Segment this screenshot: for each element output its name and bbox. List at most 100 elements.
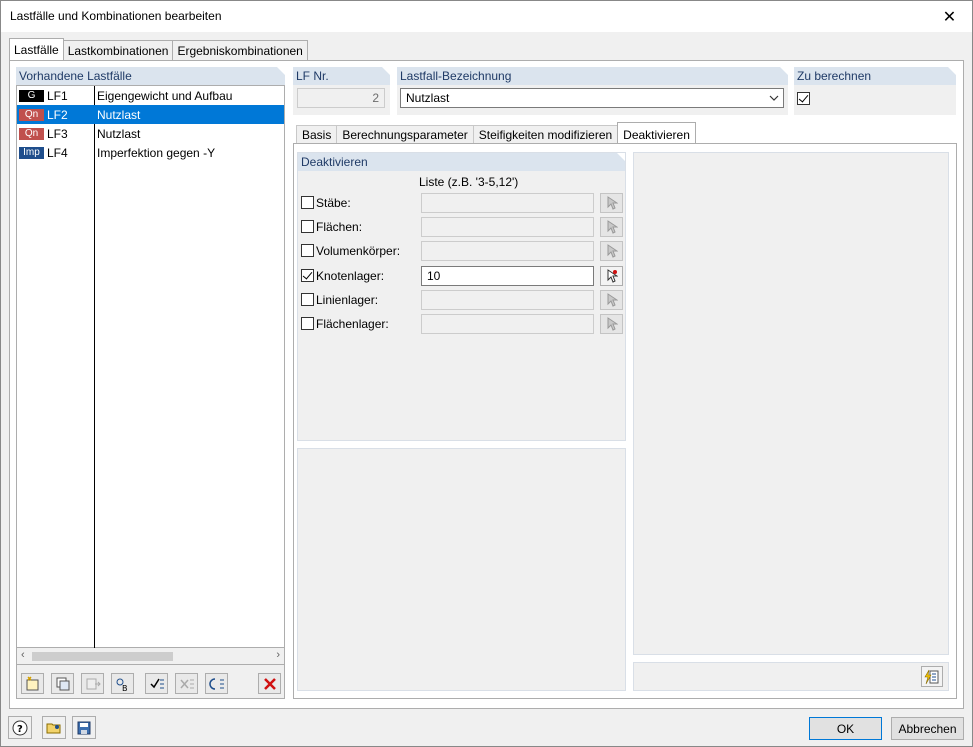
uncheck-list-icon[interactable] (175, 673, 198, 694)
ok-button[interactable]: OK (809, 717, 882, 740)
pick-icon[interactable] (600, 266, 623, 286)
line-supports-checkbox[interactable] (301, 293, 314, 306)
window-title: Lastfälle und Kombinationen bearbeiten (10, 9, 222, 23)
load-case-name: Nutzlast (97, 126, 141, 141)
nodal-supports-list-input[interactable]: 10 (421, 266, 594, 286)
close-icon[interactable]: ✕ (927, 1, 972, 32)
members-checkbox[interactable] (301, 196, 314, 209)
help-icon[interactable]: ? (8, 716, 32, 739)
deactivate-row-surfaces: Flächen: (301, 217, 623, 237)
tab-ergebniskombinationen[interactable]: Ergebniskombinationen (172, 40, 308, 60)
load-case-name: Eigengewicht und Aufbau (97, 88, 233, 103)
svg-text:?: ? (17, 724, 23, 735)
action-type-badge: G (19, 89, 44, 102)
renumber-icon[interactable] (81, 673, 104, 694)
surfaces-checkbox[interactable] (301, 220, 314, 233)
load-case-name: Imperfektion gegen -Y (97, 145, 216, 160)
deactivate-group: Deaktivieren Liste (z.B. '3-5,12') Stäbe… (297, 152, 626, 441)
list-column-header: Liste (z.B. '3-5,12') (419, 175, 519, 189)
save-icon[interactable] (72, 716, 96, 739)
surfaces-list-input[interactable] (421, 217, 594, 237)
to-calc-group: Zu berechnen (794, 67, 956, 115)
tab-deaktivieren[interactable]: Deaktivieren (617, 122, 696, 143)
deactivate-row-members: Stäbe: (301, 193, 623, 213)
surface-supports-list-input[interactable] (421, 314, 594, 334)
deactivate-header: Deaktivieren (298, 153, 625, 171)
tab-lastfaelle[interactable]: Lastfälle (9, 38, 64, 60)
scroll-right-icon[interactable]: › (276, 649, 280, 661)
to-calc-checkbox[interactable] (797, 92, 810, 105)
lf-nr-label: LF Nr. (293, 67, 390, 85)
main-tab-bar: Lastfälle Lastkombinationen Ergebniskomb… (9, 38, 308, 60)
deactivate-row-nodal-supports: Knotenlager: 10 (301, 266, 623, 286)
surface-supports-label: Flächenlager: (316, 317, 389, 331)
lf-nr-field: 2 (297, 88, 385, 108)
horizontal-scrollbar[interactable]: ‹ › (16, 648, 285, 665)
tab-lastkombinationen[interactable]: Lastkombinationen (62, 40, 174, 60)
list-item[interactable]: Qn LF3 Nutzlast (17, 124, 284, 143)
deactivate-row-solids: Volumenkörper: (301, 241, 623, 261)
list-item[interactable]: Imp LF4 Imperfektion gegen -Y (17, 143, 284, 162)
to-calc-label: Zu berechnen (794, 67, 956, 85)
column-divider (94, 86, 95, 649)
scrollbar-thumb[interactable] (32, 652, 173, 661)
action-type-badge: Qn (19, 127, 44, 140)
lf-name-combobox[interactable]: Nutzlast (400, 88, 784, 108)
line-supports-list-input[interactable] (421, 290, 594, 310)
lf-name-group: Lastfall-Bezeichnung Nutzlast (397, 67, 788, 115)
action-type-badge: Qn (19, 108, 44, 121)
sub-tab-bar: Basis Berechnungsparameter Steifigkeiten… (296, 122, 696, 143)
cancel-button[interactable]: Abbrechen (891, 717, 964, 740)
invert-selection-icon[interactable] (205, 673, 228, 694)
list-item-selected[interactable]: Qn LF2 Nutzlast (17, 105, 284, 124)
chevron-down-icon[interactable] (769, 95, 779, 102)
nodal-supports-label: Knotenlager: (316, 269, 385, 283)
preview-area (633, 152, 949, 655)
load-case-number: LF4 (47, 145, 68, 160)
action-type-badge: Imp (19, 146, 44, 159)
members-label: Stäbe: (316, 196, 351, 210)
pick-icon[interactable] (600, 217, 623, 237)
lf-name-value: Nutzlast (406, 91, 450, 105)
new-load-case-icon[interactable] (21, 673, 44, 694)
deactivate-row-surface-supports: Flächenlager: (301, 314, 623, 334)
solids-list-input[interactable] (421, 241, 594, 261)
solids-label: Volumenkörper: (316, 244, 401, 258)
check-list-icon[interactable] (145, 673, 168, 694)
pick-icon[interactable] (600, 241, 623, 261)
load-case-list: Vorhandene Lastfälle G LF1 Eigengewicht … (16, 67, 285, 699)
pick-icon[interactable] (600, 193, 623, 213)
load-case-toolbar: B (16, 665, 285, 699)
pick-icon[interactable] (600, 314, 623, 334)
tab-steifigkeiten[interactable]: Steifigkeiten modifizieren (472, 125, 619, 143)
load-case-number: LF2 (47, 107, 68, 122)
load-case-name: Nutzlast (97, 107, 141, 122)
solids-checkbox[interactable] (301, 244, 314, 257)
comment-area (297, 448, 626, 691)
nodal-supports-checkbox[interactable] (301, 269, 314, 282)
deactivate-row-line-supports: Linienlager: (301, 290, 623, 310)
copy-load-case-icon[interactable] (51, 673, 74, 694)
scroll-left-icon[interactable]: ‹ (21, 649, 25, 661)
members-list-input[interactable] (421, 193, 594, 213)
tab-basis[interactable]: Basis (296, 125, 338, 143)
tab-berechnungsparameter[interactable]: Berechnungsparameter (336, 125, 474, 143)
pick-icon[interactable] (600, 290, 623, 310)
load-case-list-body: G LF1 Eigengewicht und Aufbau Qn LF2 Nut… (16, 85, 285, 649)
lf-name-label: Lastfall-Bezeichnung (397, 67, 788, 85)
surfaces-label: Flächen: (316, 220, 363, 234)
svg-text:B: B (122, 684, 128, 692)
preview-toolbar (633, 662, 949, 691)
title-bar: Lastfälle und Kombinationen bearbeiten ✕ (1, 1, 972, 32)
list-item[interactable]: G LF1 Eigengewicht und Aufbau (17, 86, 284, 105)
load-case-list-header: Vorhandene Lastfälle (16, 67, 285, 85)
assign-action-icon[interactable]: B (111, 673, 134, 694)
load-case-number: LF1 (47, 88, 68, 103)
generate-icon[interactable] (921, 666, 943, 687)
surface-supports-checkbox[interactable] (301, 317, 314, 330)
delete-icon[interactable] (258, 673, 281, 694)
load-case-number: LF3 (47, 126, 68, 141)
line-supports-label: Linienlager: (316, 293, 379, 307)
open-folder-icon[interactable] (42, 716, 66, 739)
lf-nr-group: LF Nr. 2 (293, 67, 390, 115)
